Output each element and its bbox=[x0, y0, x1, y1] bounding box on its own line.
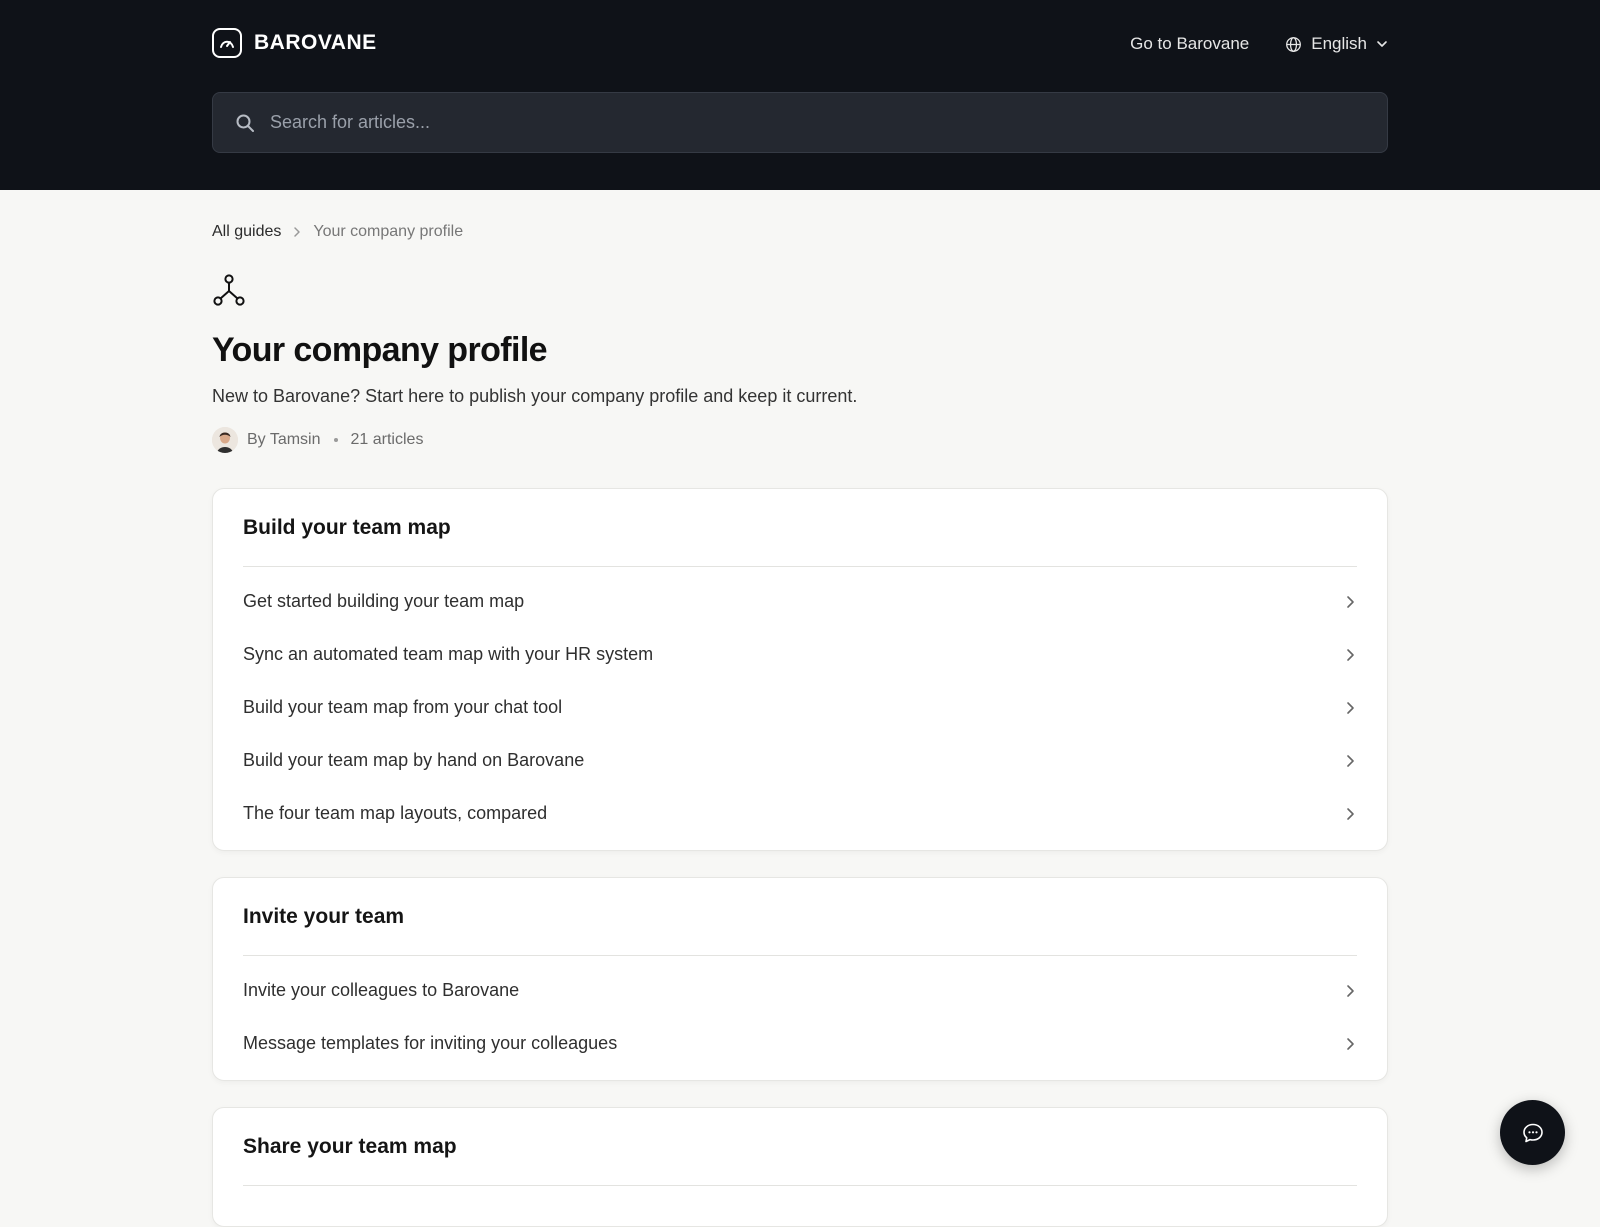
network-icon bbox=[213, 274, 245, 306]
breadcrumb-current: Your company profile bbox=[313, 223, 464, 240]
section-title: Invite your team bbox=[243, 878, 1357, 956]
chat-launcher-button[interactable] bbox=[1500, 1100, 1565, 1165]
chevron-down-icon bbox=[1377, 41, 1387, 47]
brand-logo-link[interactable]: BAROVANE bbox=[212, 27, 377, 59]
chevron-right-icon bbox=[1347, 595, 1354, 608]
chevron-right-icon bbox=[1347, 984, 1354, 997]
brand-logo-icon bbox=[212, 28, 242, 58]
article-title: The four team map layouts, compared bbox=[243, 803, 548, 823]
collection-meta: By Tamsin 21 articles bbox=[212, 427, 1388, 453]
article-title: Invite your colleagues to Barovane bbox=[243, 980, 520, 1000]
search-input[interactable] bbox=[270, 112, 1387, 133]
article-link[interactable]: Get started building your team map bbox=[243, 575, 1357, 628]
chevron-right-icon bbox=[1347, 754, 1354, 767]
page-title: Your company profile bbox=[212, 331, 548, 369]
article-link[interactable]: The four team map layouts, compared bbox=[243, 787, 1357, 840]
site-header: BAROVANE Go to Barovane English bbox=[0, 0, 1600, 190]
section-title: Share your team map bbox=[243, 1108, 1357, 1186]
section-title: Build your team map bbox=[243, 489, 1357, 567]
meta-separator bbox=[333, 438, 338, 442]
author-name: By Tamsin bbox=[247, 431, 321, 448]
breadcrumb: All guides Your company profile bbox=[212, 223, 1388, 241]
breadcrumb-all-guides[interactable]: All guides bbox=[212, 223, 281, 241]
chevron-right-icon bbox=[294, 227, 301, 237]
article-title: Build your team map from your chat tool bbox=[243, 697, 563, 717]
go-to-barovane-link[interactable]: Go to Barovane bbox=[1130, 34, 1249, 54]
chat-bubble-icon bbox=[1522, 1123, 1543, 1142]
article-link[interactable]: Message templates for inviting your coll… bbox=[243, 1017, 1357, 1070]
section-invite-team: Invite your team Invite your colleagues … bbox=[212, 877, 1388, 1081]
article-title: Build your team map by hand on Barovane bbox=[243, 750, 585, 770]
chevron-right-icon bbox=[1347, 648, 1354, 661]
article-title: Message templates for inviting your coll… bbox=[243, 1033, 618, 1053]
search-bar[interactable] bbox=[212, 92, 1388, 153]
globe-icon bbox=[1286, 36, 1302, 52]
main-content: All guides Your company profile Your com… bbox=[212, 190, 1388, 1227]
chevron-right-icon bbox=[1347, 807, 1354, 820]
article-link[interactable]: Sync an automated team map with your HR … bbox=[243, 628, 1357, 681]
author-avatar bbox=[212, 427, 238, 453]
article-link[interactable]: Build your team map by hand on Barovane bbox=[243, 734, 1357, 787]
section-share-team-map: Share your team map bbox=[212, 1107, 1388, 1227]
brand-name: BAROVANE bbox=[254, 31, 377, 54]
top-nav: Go to Barovane English bbox=[1130, 30, 1388, 58]
section-build-team-map: Build your team map Get started building… bbox=[212, 488, 1388, 851]
language-label: English bbox=[1311, 34, 1367, 53]
page-description: New to Barovane? Start here to publish y… bbox=[212, 386, 858, 406]
chevron-right-icon bbox=[1347, 701, 1354, 714]
language-selector[interactable]: English bbox=[1285, 34, 1388, 54]
article-title: Sync an automated team map with your HR … bbox=[243, 644, 654, 664]
chevron-right-icon bbox=[1347, 1037, 1354, 1050]
article-link[interactable]: Invite your colleagues to Barovane bbox=[243, 964, 1357, 1017]
article-count: 21 articles bbox=[350, 431, 424, 448]
article-title: Get started building your team map bbox=[243, 591, 525, 611]
header-inner: BAROVANE Go to Barovane English bbox=[212, 0, 1388, 190]
article-link[interactable]: Build your team map from your chat tool bbox=[243, 681, 1357, 734]
search-icon bbox=[236, 114, 254, 132]
